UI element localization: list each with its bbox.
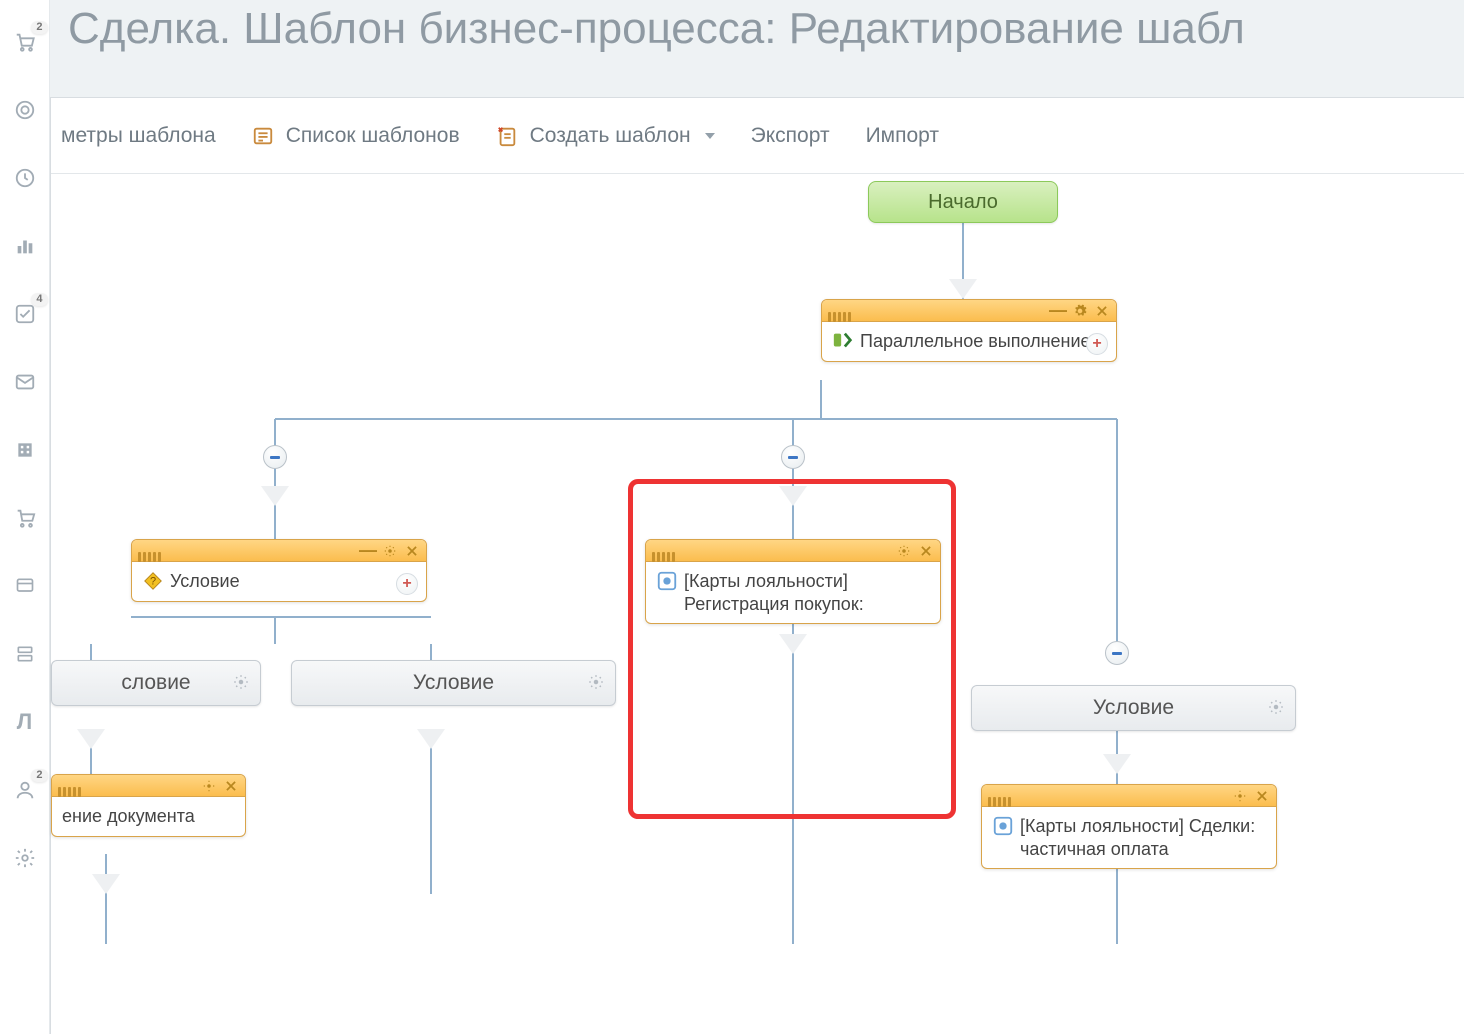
condition-branch[interactable]: Условие (291, 660, 616, 706)
add-branch-button[interactable]: + (396, 573, 418, 595)
window-icon[interactable] (12, 573, 38, 599)
mail-icon[interactable] (12, 369, 38, 395)
node-header[interactable]: — (822, 300, 1116, 322)
shop-icon[interactable] (12, 505, 38, 531)
collapse-button[interactable] (263, 445, 287, 469)
loyalty-registration-node[interactable]: [Карты лояльности] Регистрация покупок: (645, 539, 941, 624)
activity-icon (992, 815, 1014, 837)
gear-icon[interactable] (1072, 303, 1088, 319)
document-node[interactable]: ение документа (51, 774, 246, 837)
close-icon[interactable] (918, 543, 934, 559)
collapse-button[interactable] (1105, 641, 1129, 665)
admin-badge: 2 (31, 769, 47, 782)
check-badge: 4 (31, 293, 47, 306)
drag-handle-icon[interactable] (988, 791, 1028, 801)
new-icon (496, 125, 518, 147)
close-icon[interactable] (1254, 788, 1270, 804)
logo-icon[interactable]: Л (12, 709, 38, 735)
clock-icon[interactable] (12, 165, 38, 191)
node-header[interactable]: — (132, 540, 426, 562)
admin-icon[interactable]: 2 (12, 777, 38, 803)
drag-handle-icon[interactable] (828, 306, 868, 316)
toolbar: метры шаблона Список шаблонов Создать ша… (51, 98, 1464, 174)
condition-branch[interactable]: словие (51, 660, 261, 706)
close-icon[interactable] (223, 778, 239, 794)
gear-icon[interactable] (1232, 788, 1248, 804)
arrow-icon (417, 729, 445, 749)
close-icon[interactable] (404, 543, 420, 559)
minimize-icon[interactable]: — (360, 543, 376, 559)
node-header[interactable] (52, 775, 245, 797)
create-template-button[interactable]: Создать шаблон (496, 124, 715, 148)
arrow-icon (779, 634, 807, 654)
arrow-icon (1103, 754, 1131, 774)
node-label: [Карты лояльности] Сделки: частичная опл… (1020, 815, 1266, 860)
node-label: Условие (170, 570, 240, 593)
condition-icon: ? (142, 570, 164, 592)
cart-icon[interactable]: 2 (12, 29, 38, 55)
node-label: ение документа (62, 805, 195, 828)
left-nav-rail: 2 4 Л 2 (0, 0, 50, 1034)
page-title: Сделка. Шаблон бизнес-процесса: Редактир… (50, 0, 1464, 57)
editor-panel: метры шаблона Список шаблонов Создать ша… (50, 97, 1464, 1034)
start-node[interactable]: Начало (868, 181, 1058, 223)
servers-icon[interactable] (12, 641, 38, 667)
gear-icon[interactable] (382, 543, 398, 559)
condition-branch[interactable]: Условие (971, 685, 1296, 731)
target-icon[interactable] (12, 97, 38, 123)
arrow-icon (779, 486, 807, 506)
parallel-icon (832, 330, 854, 352)
export-button[interactable]: Экспорт (751, 124, 830, 148)
gear-icon[interactable] (201, 778, 217, 794)
workflow-canvas[interactable]: Начало — Параллельное выполнение + (51, 174, 1464, 1034)
svg-text:?: ? (150, 576, 156, 588)
collapse-button[interactable] (781, 445, 805, 469)
chevron-down-icon (705, 133, 715, 139)
node-label: [Карты лояльности] Регистрация покупок: (684, 570, 930, 615)
arrow-icon (77, 729, 105, 749)
settings-icon[interactable] (12, 845, 38, 871)
node-label: Параллельное выполнение (860, 330, 1091, 353)
template-list-button[interactable]: Список шаблонов (252, 124, 460, 148)
check-icon[interactable]: 4 (12, 301, 38, 327)
gear-icon[interactable] (587, 673, 607, 693)
parallel-node[interactable]: — Параллельное выполнение + (821, 299, 1117, 362)
drag-handle-icon[interactable] (58, 781, 98, 791)
arrow-icon (92, 874, 120, 894)
node-header[interactable] (982, 785, 1276, 807)
minimize-icon[interactable]: — (1050, 303, 1066, 319)
gear-icon[interactable] (232, 673, 252, 693)
drag-handle-icon[interactable] (652, 546, 692, 556)
arrow-icon (949, 279, 977, 299)
drag-handle-icon[interactable] (138, 546, 178, 556)
node-header[interactable] (646, 540, 940, 562)
import-button[interactable]: Импорт (866, 124, 939, 148)
condition-node[interactable]: — ? Условие + (131, 539, 427, 602)
close-icon[interactable] (1094, 303, 1110, 319)
arrow-icon (261, 486, 289, 506)
list-icon (252, 125, 274, 147)
loyalty-partial-node[interactable]: [Карты лояльности] Сделки: частичная опл… (981, 784, 1277, 869)
gear-icon[interactable] (1267, 698, 1287, 718)
building-icon[interactable] (12, 437, 38, 463)
gear-icon[interactable] (896, 543, 912, 559)
add-branch-button[interactable]: + (1086, 333, 1108, 355)
template-params-button[interactable]: метры шаблона (61, 124, 216, 148)
cart-badge: 2 (31, 21, 47, 34)
activity-icon (656, 570, 678, 592)
chart-icon[interactable] (12, 233, 38, 259)
